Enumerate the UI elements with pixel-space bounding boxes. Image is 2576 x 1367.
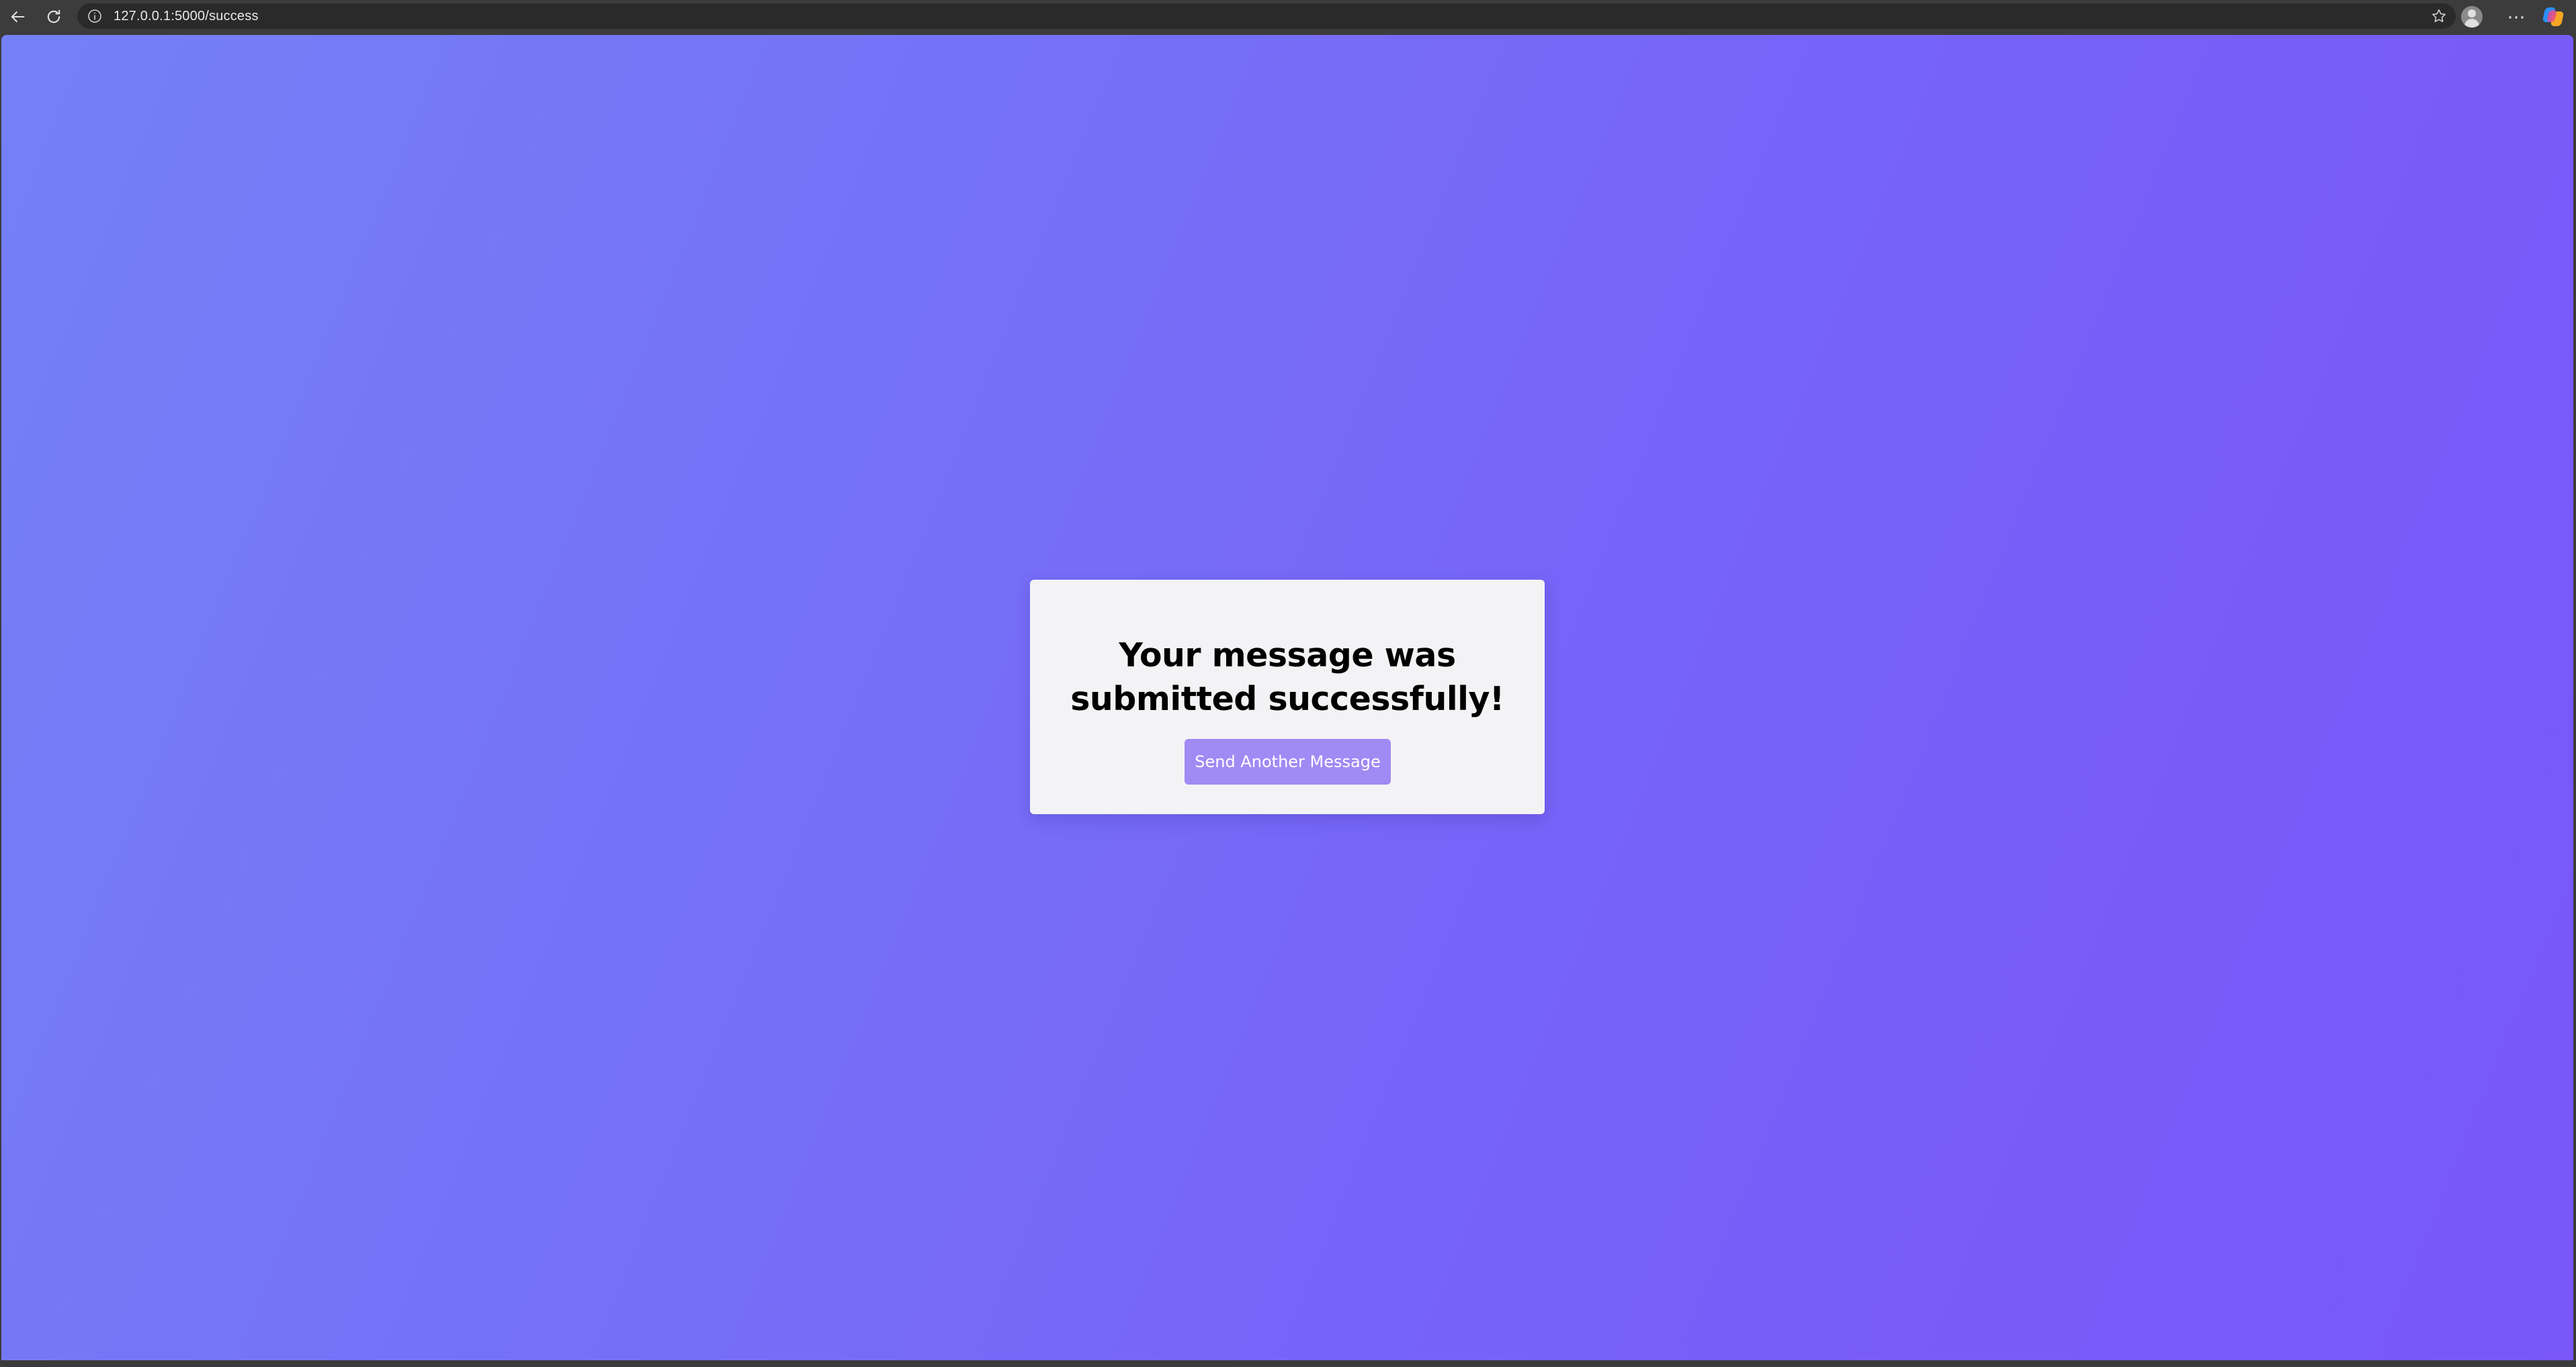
- send-another-message-button[interactable]: Send Another Message: [1185, 739, 1391, 785]
- more-horizontal-icon[interactable]: ···: [2507, 6, 2526, 27]
- toolbar-right: ···: [2461, 0, 2576, 33]
- address-bar[interactable]: 127.0.0.1:5000/success: [77, 3, 2456, 29]
- reload-button[interactable]: [39, 2, 69, 32]
- star-icon[interactable]: [2430, 7, 2448, 25]
- page-title: Your message was submitted successfully!: [1070, 636, 1504, 718]
- window-bottom-edge: [0, 1360, 2576, 1367]
- url-text[interactable]: 127.0.0.1:5000/success: [114, 9, 259, 24]
- page-viewport: Your message was submitted successfully!…: [1, 35, 2573, 1360]
- browser-toolbar: 127.0.0.1:5000/success ···: [0, 0, 2576, 33]
- info-circle-icon[interactable]: [86, 7, 103, 25]
- avatar[interactable]: [2461, 5, 2483, 28]
- arrow-left-icon: [11, 11, 25, 22]
- reload-icon: [47, 9, 60, 23]
- back-button[interactable]: [3, 2, 32, 32]
- copilot-icon[interactable]: [2542, 6, 2565, 28]
- success-card: Your message was submitted successfully!…: [1030, 580, 1545, 814]
